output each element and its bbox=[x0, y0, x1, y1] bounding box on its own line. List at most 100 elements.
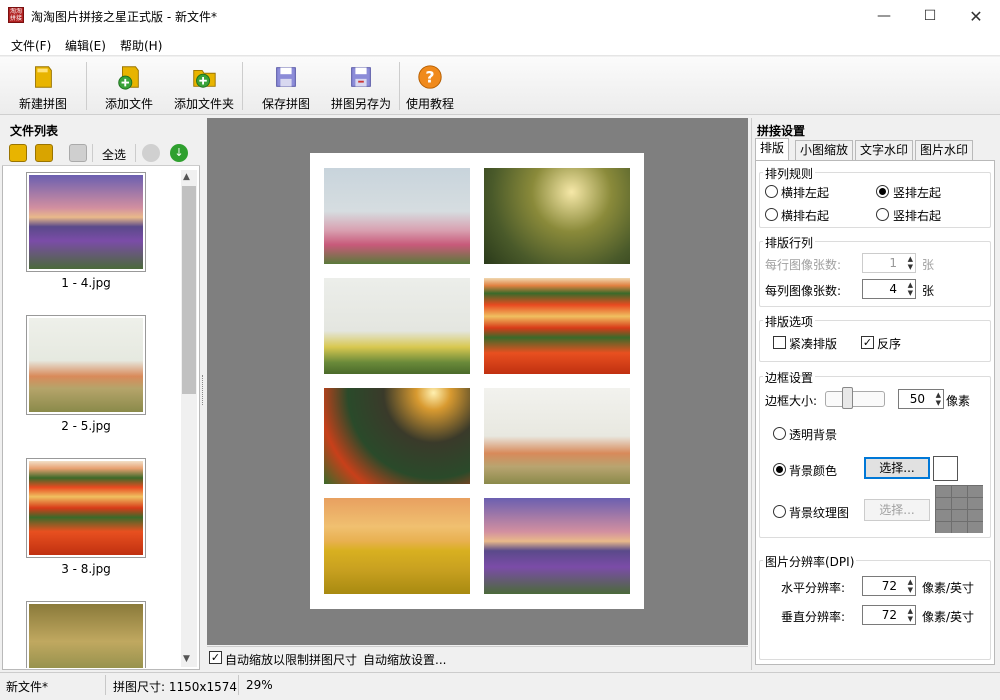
collage-photo bbox=[324, 168, 470, 264]
bg-texture-label: 背景纹理图 bbox=[789, 506, 850, 520]
file-name: 3 - 8.jpg bbox=[61, 562, 111, 576]
order-group-title: 排列规则 bbox=[763, 165, 816, 182]
per-col-stepper[interactable]: 4 ▲ ▼ bbox=[862, 279, 916, 299]
file-thumbnail[interactable] bbox=[26, 458, 146, 558]
tab-thumbnail-scale[interactable]: 小图缩放 bbox=[795, 140, 854, 160]
per-col-unit: 张 bbox=[922, 284, 935, 298]
reverse-checkbox[interactable]: ✓ bbox=[861, 336, 874, 349]
collage-photo bbox=[324, 388, 470, 484]
collage-photo bbox=[484, 168, 630, 264]
file-name: 1 - 4.jpg bbox=[61, 276, 111, 290]
choose-color-button[interactable]: 选择... bbox=[864, 457, 930, 479]
collage-photo bbox=[484, 388, 630, 484]
save-as-button[interactable]: 拼图另存为 bbox=[325, 60, 397, 112]
menu-edit[interactable]: 编辑(E) bbox=[65, 37, 106, 54]
stepper-arrows-icon[interactable]: ▲ ▼ bbox=[908, 255, 913, 271]
toolbar-separator bbox=[399, 62, 400, 110]
collage-photo bbox=[324, 278, 470, 374]
h-dpi-unit: 像素/英寸 bbox=[922, 581, 975, 595]
stepper-arrows-icon[interactable]: ▲ ▼ bbox=[936, 391, 941, 407]
file-name: 2 - 5.jpg bbox=[61, 419, 111, 433]
v-dpi-stepper[interactable]: 72 ▲ ▼ bbox=[862, 605, 916, 625]
per-row-value: 1 bbox=[889, 256, 897, 270]
radio-label: 竖排右起 bbox=[893, 209, 942, 223]
reverse-label: 反序 bbox=[877, 337, 902, 351]
choose-texture-button[interactable]: 选择... bbox=[864, 499, 930, 521]
grid-group-title: 排版行列 bbox=[763, 234, 816, 251]
file-thumbnail[interactable] bbox=[26, 172, 146, 272]
auto-zoom-checkbox[interactable]: ✓ bbox=[209, 651, 222, 664]
app-logo-icon: 淘淘拼接 bbox=[8, 7, 24, 23]
save-icon bbox=[276, 67, 296, 87]
help-icon: ? bbox=[418, 65, 442, 89]
maximize-button[interactable]: ☐ bbox=[907, 0, 953, 32]
tab-image-watermark[interactable]: 图片水印 bbox=[915, 140, 974, 160]
file-list[interactable]: 1 - 4.jpg 2 - 5.jpg 3 - 8.jpg bbox=[4, 168, 180, 668]
tab-text-watermark[interactable]: 文字水印 bbox=[855, 140, 914, 160]
auto-zoom-settings-link[interactable]: 自动缩放设置... bbox=[363, 651, 446, 668]
scroll-down-icon[interactable]: ▼ bbox=[183, 654, 190, 664]
radio-transparent-bg[interactable] bbox=[773, 427, 786, 440]
collage-photo bbox=[324, 498, 470, 594]
bg-color-swatch[interactable] bbox=[933, 456, 958, 481]
add-file-icon bbox=[118, 66, 139, 90]
border-size-stepper[interactable]: 50 ▲ ▼ bbox=[898, 389, 944, 409]
scrollbar-thumb[interactable] bbox=[182, 186, 196, 394]
close-button[interactable]: ✕ bbox=[953, 0, 999, 32]
new-puzzle-label: 新建拼图 bbox=[18, 97, 67, 111]
tutorial-button[interactable]: ? 使用教程 bbox=[403, 60, 457, 112]
transparent-bg-label: 透明背景 bbox=[789, 428, 838, 442]
move-down-icon[interactable]: ↓ bbox=[170, 144, 188, 162]
radio-horizontal-left[interactable] bbox=[765, 185, 778, 198]
per-col-label: 每列图像张数: bbox=[765, 284, 842, 298]
status-size: 拼图尺寸: 1150x1574 bbox=[113, 680, 238, 694]
new-puzzle-button[interactable]: 新建拼图 bbox=[10, 60, 76, 112]
minimize-button[interactable]: — bbox=[861, 0, 907, 32]
radio-label: 竖排左起 bbox=[893, 186, 942, 200]
add-file-small-icon[interactable] bbox=[9, 144, 27, 162]
slider-thumb[interactable] bbox=[842, 387, 853, 409]
toolbar-separator bbox=[135, 144, 136, 162]
add-folder-small-icon[interactable] bbox=[35, 144, 53, 162]
v-dpi-label: 垂直分辨率: bbox=[781, 610, 846, 624]
stepper-arrows-icon[interactable]: ▲ ▼ bbox=[908, 607, 913, 623]
per-row-unit: 张 bbox=[922, 258, 935, 272]
border-size-value: 50 bbox=[909, 392, 925, 406]
scroll-up-icon[interactable]: ▲ bbox=[183, 172, 190, 182]
status-zoom: 29% bbox=[246, 678, 273, 692]
tab-layout[interactable]: 排版 bbox=[755, 138, 790, 161]
splitter-handle[interactable] bbox=[202, 375, 205, 405]
compact-checkbox[interactable] bbox=[773, 336, 786, 349]
per-row-stepper[interactable]: 1 ▲ ▼ bbox=[862, 253, 916, 273]
h-dpi-label: 水平分辨率: bbox=[781, 581, 846, 595]
v-dpi-unit: 像素/英寸 bbox=[922, 610, 975, 624]
svg-text:?: ? bbox=[425, 68, 434, 87]
add-file-button[interactable]: 添加文件 bbox=[96, 60, 162, 112]
per-row-label: 每行图像张数: bbox=[765, 258, 842, 272]
file-thumbnail[interactable] bbox=[26, 601, 146, 668]
per-col-value: 4 bbox=[889, 282, 897, 296]
stepper-arrows-icon[interactable]: ▲ ▼ bbox=[908, 281, 913, 297]
radio-vertical-right[interactable] bbox=[876, 208, 889, 221]
radio-label: 横排左起 bbox=[781, 186, 830, 200]
menu-file[interactable]: 文件(F) bbox=[11, 37, 51, 54]
radio-bg-texture[interactable] bbox=[773, 505, 786, 518]
menu-help[interactable]: 帮助(H) bbox=[120, 37, 162, 54]
add-folder-label: 添加文件夹 bbox=[173, 97, 234, 111]
radio-bg-color[interactable] bbox=[773, 463, 786, 476]
file-thumbnail[interactable] bbox=[26, 315, 146, 415]
layout-options-title: 排版选项 bbox=[763, 313, 816, 330]
select-all-button[interactable]: 全选 bbox=[102, 146, 126, 163]
stepper-arrows-icon[interactable]: ▲ ▼ bbox=[908, 578, 913, 594]
remove-file-icon[interactable] bbox=[69, 144, 87, 162]
bg-color-label: 背景颜色 bbox=[789, 464, 838, 478]
h-dpi-stepper[interactable]: 72 ▲ ▼ bbox=[862, 576, 916, 596]
add-folder-button[interactable]: 添加文件夹 bbox=[168, 60, 240, 112]
border-size-slider[interactable] bbox=[825, 391, 885, 407]
move-up-icon[interactable] bbox=[142, 144, 160, 162]
toolbar-separator bbox=[92, 144, 93, 162]
radio-horizontal-right[interactable] bbox=[765, 208, 778, 221]
save-as-icon bbox=[351, 67, 371, 87]
save-puzzle-button[interactable]: 保存拼图 bbox=[253, 60, 319, 112]
radio-vertical-left[interactable] bbox=[876, 185, 889, 198]
